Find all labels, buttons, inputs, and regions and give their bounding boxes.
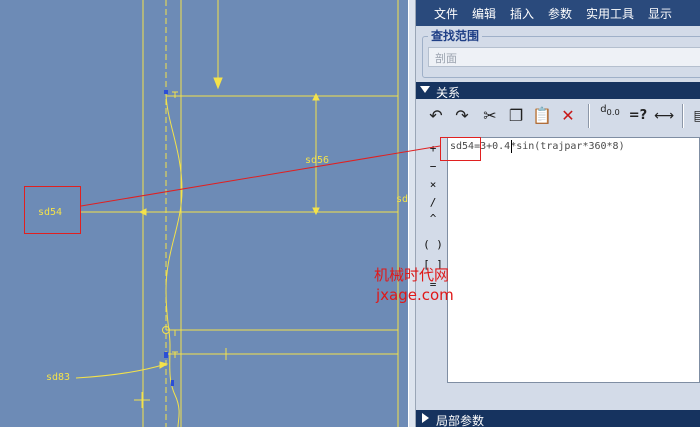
- relations-section-title: 关系: [436, 86, 461, 100]
- scissors-icon[interactable]: ✂: [478, 104, 502, 128]
- text-caret: [511, 140, 512, 153]
- dimension-label-sd56[interactable]: sd56: [305, 155, 329, 166]
- search-scope-title: 查找范围: [428, 27, 483, 44]
- sort-icon[interactable]: ▤: [688, 104, 700, 128]
- operator-parens[interactable]: ( ): [422, 238, 444, 251]
- collapse-arrow-icon[interactable]: [420, 86, 430, 93]
- relations-editor[interactable]: sd54=3+0.4*sin(trajpar*360*8): [447, 137, 700, 383]
- operator-power[interactable]: ^: [422, 212, 444, 225]
- operator-multiply[interactable]: ×: [422, 178, 444, 191]
- highlight-box-editor: [440, 137, 481, 161]
- evaluate-button[interactable]: =?: [626, 104, 650, 128]
- operator-minus[interactable]: −: [422, 160, 444, 173]
- relations-panel: 文件 编辑 插入 参数 实用工具 显示 查找范围 剖面 关系 ↶ ↷ ✂ ❐ 📋…: [416, 0, 700, 427]
- menu-insert[interactable]: 插入: [510, 5, 534, 22]
- redo-icon[interactable]: ↷: [450, 104, 474, 128]
- toolbar-separator: [682, 104, 684, 128]
- paste-icon[interactable]: 📋: [530, 104, 554, 128]
- dimension-label-sd83[interactable]: sd83: [46, 372, 70, 383]
- menu-tools[interactable]: 实用工具: [586, 5, 634, 22]
- delete-x-icon[interactable]: ✕: [556, 104, 580, 128]
- menu-display[interactable]: 显示: [648, 5, 672, 22]
- watermark-cn: 机械时代网: [374, 266, 450, 284]
- undo-icon[interactable]: ↶: [424, 104, 448, 128]
- watermark-en: jxage.com: [376, 286, 454, 304]
- menu-file[interactable]: 文件: [434, 5, 458, 22]
- expand-arrow-icon[interactable]: [422, 413, 429, 423]
- local-params-title: 局部参数: [436, 414, 485, 427]
- pane-splitter[interactable]: [408, 0, 416, 427]
- toolbar-separator: [588, 104, 590, 128]
- operator-divide[interactable]: /: [422, 196, 444, 209]
- menu-bar: 文件 编辑 插入 参数 实用工具 显示: [416, 0, 700, 26]
- menu-edit[interactable]: 编辑: [472, 5, 496, 22]
- dimension-switch-icon[interactable]: d0.0: [598, 104, 622, 128]
- dimension-label-partial[interactable]: sd: [396, 194, 408, 205]
- copy-icon[interactable]: ❐: [504, 104, 528, 128]
- highlight-box-sketch: [24, 186, 81, 234]
- measure-icon[interactable]: ⟷: [652, 104, 676, 128]
- relations-toolbar: ↶ ↷ ✂ ❐ 📋 ✕ d0.0 =? ⟷ ▤: [420, 100, 700, 132]
- search-scope-select[interactable]: 剖面: [428, 47, 700, 67]
- menu-params[interactable]: 参数: [548, 5, 572, 22]
